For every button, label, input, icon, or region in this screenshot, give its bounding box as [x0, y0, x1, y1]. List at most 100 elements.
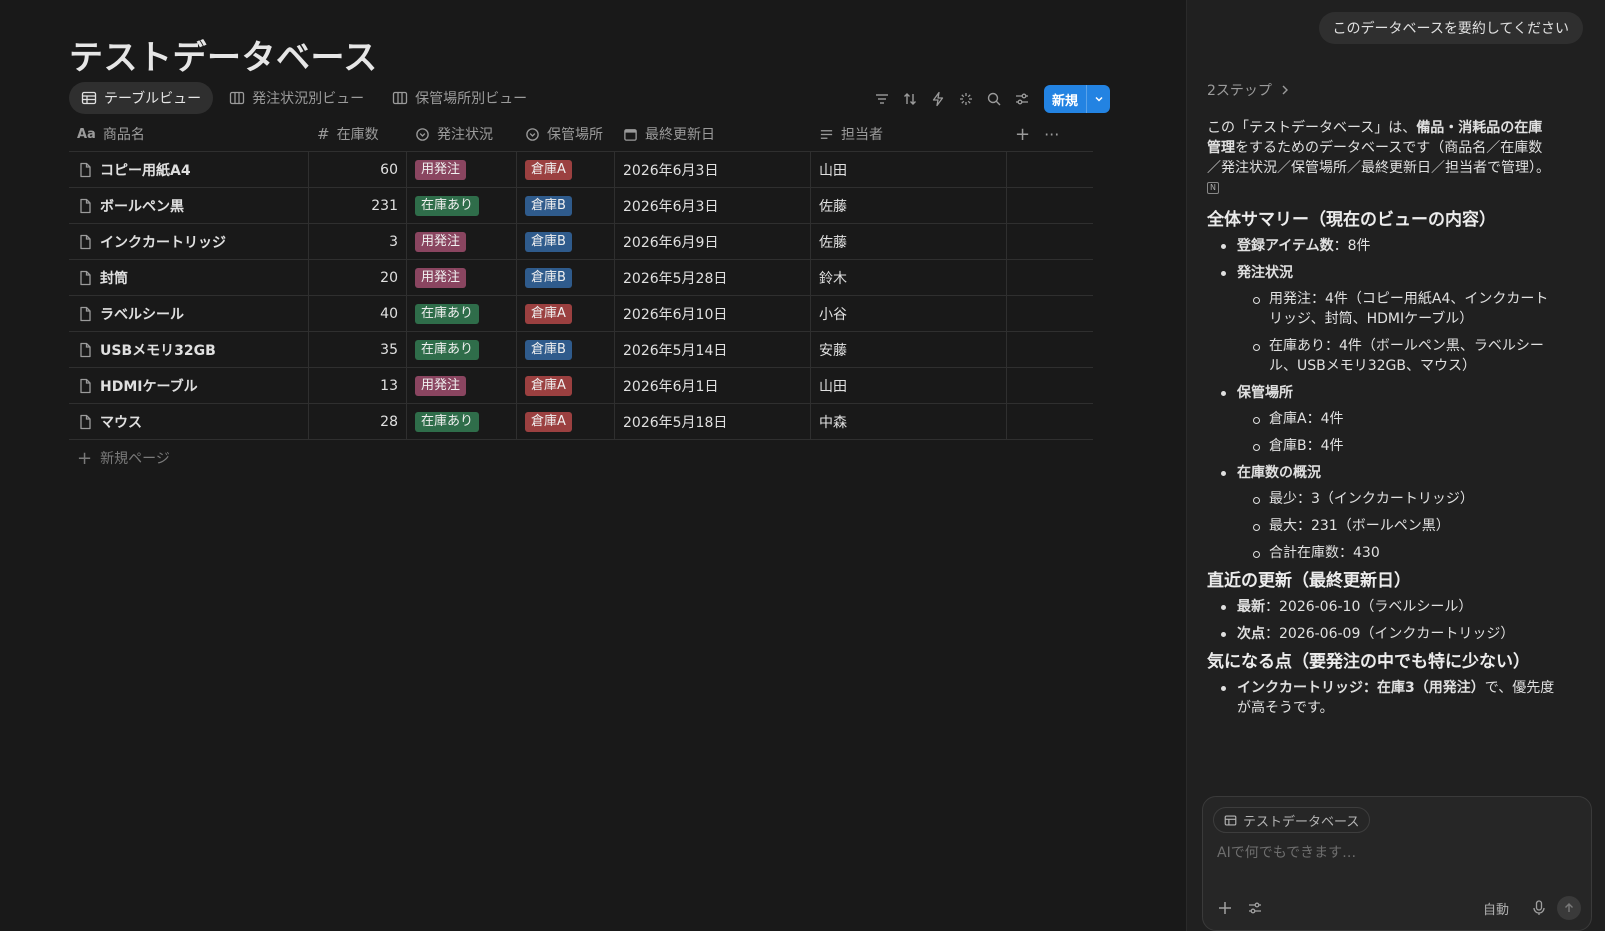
cell-date[interactable]: 2026年5月18日 — [615, 404, 811, 439]
more-options-icon[interactable]: ··· — [1044, 125, 1059, 144]
cell-qty[interactable]: 3 — [309, 224, 407, 259]
context-chip[interactable]: テストデータベース — [1213, 807, 1371, 833]
cell-location[interactable]: 倉庫A — [517, 404, 615, 439]
cell-person[interactable]: 安藤 — [811, 332, 1007, 367]
cell-person[interactable]: 小谷 — [811, 296, 1007, 331]
cell-name[interactable]: 封筒 — [69, 260, 309, 295]
plus-icon[interactable] — [1213, 896, 1237, 920]
tab-table-view[interactable]: テーブルビュー — [69, 82, 214, 114]
cell-date[interactable]: 2026年5月28日 — [615, 260, 811, 295]
item-value: ：2026-06-10（ラベルシール） — [1265, 599, 1473, 615]
tab-location-view[interactable]: 保管場所別ビュー — [380, 82, 539, 114]
table-body: コピー用紙A4 60 用発注 倉庫A 2026年6月3日 山田 ボールペン黒 231 在庫あり倉… — [69, 152, 1093, 440]
cell-qty[interactable]: 35 — [309, 332, 407, 367]
settings-sliders-icon[interactable] — [1243, 896, 1267, 920]
cell-location[interactable]: 倉庫B — [517, 188, 615, 223]
cell-date[interactable]: 2026年6月3日 — [615, 188, 811, 223]
cell-status[interactable]: 用発注 — [407, 152, 517, 187]
cell-qty[interactable]: 28 — [309, 404, 407, 439]
column-label: 商品名 — [102, 127, 145, 143]
cell-status[interactable]: 在庫あり — [407, 296, 517, 331]
add-new-page-button[interactable]: + 新規ページ — [69, 440, 1093, 476]
item-name: 封筒 — [100, 270, 128, 287]
search-icon[interactable] — [980, 85, 1008, 113]
cell-date[interactable]: 2026年6月3日 — [615, 152, 811, 187]
cell-person[interactable]: 鈴木 — [811, 260, 1007, 295]
table-row[interactable]: インクカートリッジ 3 用発注 倉庫B 2026年6月9日 佐藤 — [69, 224, 1093, 260]
table-row[interactable]: マウス 28 在庫あり 倉庫A 2026年5月18日 中森 — [69, 404, 1093, 440]
ai-sparkle-icon[interactable] — [952, 85, 980, 113]
cell-location[interactable]: 倉庫B — [517, 260, 615, 295]
cell-qty[interactable]: 231 — [309, 188, 407, 223]
mode-selector[interactable]: 自動 — [1483, 899, 1509, 918]
cell-name[interactable]: ラベルシール — [69, 296, 309, 331]
cell-name[interactable]: USBメモリ32GB — [69, 332, 309, 367]
heading-concern: 気になる点（要発注の中でも特に少ない） — [1207, 652, 1530, 672]
send-button[interactable] — [1557, 896, 1581, 920]
cell-qty[interactable]: 13 — [309, 368, 407, 403]
cell-person[interactable]: 山田 — [811, 152, 1007, 187]
chevron-down-icon[interactable] — [1086, 85, 1110, 113]
cell-date[interactable]: 2026年6月9日 — [615, 224, 811, 259]
cell-date[interactable]: 2026年6月1日 — [615, 368, 811, 403]
column-header-person[interactable]: 担当者 — [811, 117, 1007, 151]
cell-status[interactable]: 用発注 — [407, 260, 517, 295]
cell-name[interactable]: ボールペン黒 — [69, 188, 309, 223]
cell-name[interactable]: コピー用紙A4 — [69, 152, 309, 187]
table-row[interactable]: ラベルシール 40 在庫あり 倉庫A 2026年6月10日 小谷 — [69, 296, 1093, 332]
cell-location[interactable]: 倉庫A — [517, 152, 615, 187]
sort-icon[interactable] — [896, 85, 924, 113]
cell-date[interactable]: 2026年5月14日 — [615, 332, 811, 367]
new-button[interactable]: 新規 — [1044, 85, 1111, 113]
sub-list-item: 最少：3（インクカートリッジ） — [1251, 489, 1555, 509]
column-header-location[interactable]: 保管場所 — [517, 117, 615, 151]
cell-status[interactable]: 用発注 — [407, 368, 517, 403]
cell-name[interactable]: HDMIケーブル — [69, 368, 309, 403]
cell-qty[interactable]: 20 — [309, 260, 407, 295]
cell-date[interactable]: 2026年6月10日 — [615, 296, 811, 331]
column-header-status[interactable]: 発注状況 — [407, 117, 517, 151]
microphone-icon[interactable] — [1527, 896, 1551, 920]
table-row[interactable]: ボールペン黒 231 在庫あり 倉庫B 2026年6月3日 佐藤 — [69, 188, 1093, 224]
column-header-name[interactable]: Aa 商品名 — [69, 117, 309, 151]
tab-label: 保管場所別ビュー — [415, 91, 528, 107]
sub-list-item: 合計在庫数：430 — [1251, 543, 1555, 563]
ai-prompt-input[interactable] — [1217, 845, 1577, 861]
cell-name[interactable]: インクカートリッジ — [69, 224, 309, 259]
table-row[interactable]: 封筒 20 用発注 倉庫B 2026年5月28日 鈴木 — [69, 260, 1093, 296]
cell-status[interactable]: 用発注 — [407, 224, 517, 259]
filter-icon[interactable] — [868, 85, 896, 113]
cell-location[interactable]: 倉庫A — [517, 368, 615, 403]
sub-list: 用発注：4件（コピー用紙A4、インクカートリッジ、封筒、HDMIケーブル） 在庫… — [1237, 289, 1555, 376]
citation-icon[interactable]: N — [1207, 182, 1219, 194]
status-tag: 在庫あり — [415, 303, 480, 324]
cell-person[interactable]: 山田 — [811, 368, 1007, 403]
settings-sliders-icon[interactable] — [1008, 85, 1036, 113]
cell-person[interactable]: 中森 — [811, 404, 1007, 439]
column-header-qty[interactable]: # 在庫数 — [309, 117, 407, 151]
table-row[interactable]: HDMIケーブル 13 用発注 倉庫A 2026年6月1日 山田 — [69, 368, 1093, 404]
cell-location[interactable]: 倉庫A — [517, 296, 615, 331]
concern-list: インクカートリッジ：在庫3（用発注）で、優先度が高そうです。 — [1207, 678, 1555, 718]
cell-qty[interactable]: 40 — [309, 296, 407, 331]
cell-empty — [1007, 188, 1093, 223]
cell-location[interactable]: 倉庫B — [517, 224, 615, 259]
cell-qty[interactable]: 60 — [309, 152, 407, 187]
table-row[interactable]: USBメモリ32GB 35 在庫あり 倉庫B 2026年5月14日 安藤 — [69, 332, 1093, 368]
arrow-up-icon — [1565, 903, 1573, 912]
cell-person[interactable]: 佐藤 — [811, 224, 1007, 259]
calendar-icon — [624, 128, 637, 141]
cell-status[interactable]: 在庫あり — [407, 188, 517, 223]
cell-person[interactable]: 佐藤 — [811, 188, 1007, 223]
automation-lightning-icon[interactable] — [924, 85, 952, 113]
add-property-icon[interactable]: + — [1015, 124, 1030, 145]
cell-status[interactable]: 在庫あり — [407, 332, 517, 367]
cell-location[interactable]: 倉庫B — [517, 332, 615, 367]
intro-paragraph: この「テストデータベース」は、備品・消耗品の在庫管理をするためのデータベースです… — [1207, 118, 1555, 198]
cell-name[interactable]: マウス — [69, 404, 309, 439]
table-row[interactable]: コピー用紙A4 60 用発注 倉庫A 2026年6月3日 山田 — [69, 152, 1093, 188]
steps-toggle[interactable]: 2ステップ — [1207, 80, 1292, 100]
column-header-date[interactable]: 最終更新日 — [615, 117, 811, 151]
cell-status[interactable]: 在庫あり — [407, 404, 517, 439]
tab-status-view[interactable]: 発注状況別ビュー — [217, 82, 376, 114]
